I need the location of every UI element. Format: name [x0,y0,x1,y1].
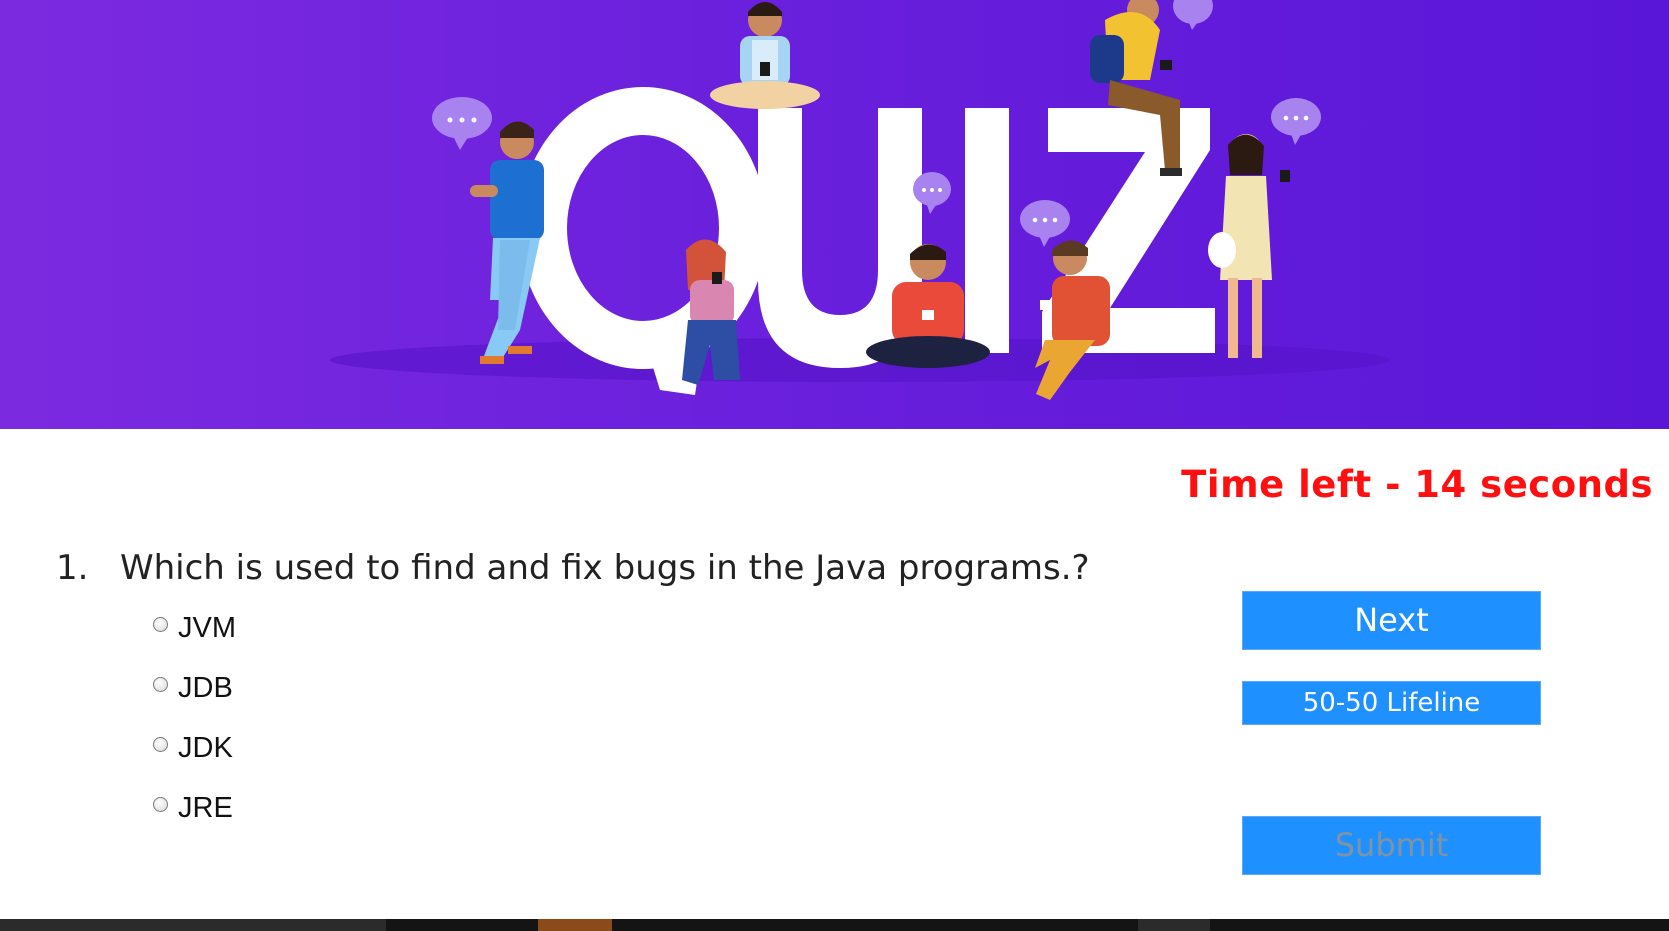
option-jre[interactable]: JRE [153,778,236,838]
question-number: 1. [56,548,89,588]
option-label: JDK [178,731,233,764]
taskbar-item[interactable] [1138,919,1210,931]
speech-bubble-icon [1271,98,1321,145]
taskbar-item[interactable] [538,919,612,931]
option-jdb[interactable]: JDB [153,658,236,718]
taskbar [0,919,1669,931]
option-label: JDB [178,671,233,704]
answer-options: JVM JDB JDK JRE [153,598,236,838]
quiz-banner [0,0,1669,429]
option-jdk[interactable]: JDK [153,718,236,778]
option-label: JVM [178,611,236,644]
radio-button[interactable] [153,616,168,632]
option-label: JRE [178,791,233,824]
person-figure [710,2,820,109]
submit-button[interactable]: Submit [1242,816,1541,875]
speech-bubble-icon [1173,0,1213,30]
option-jvm[interactable]: JVM [153,598,236,658]
timer-text: Time left - 14 seconds [1181,463,1653,506]
speech-bubble-icon [432,97,492,150]
next-button[interactable]: Next [1242,591,1541,650]
question-text: Which is used to find and fix bugs in th… [120,548,1090,588]
radio-button[interactable] [153,796,168,812]
lifeline-button[interactable]: 50-50 Lifeline [1242,681,1541,725]
person-figure [470,121,544,364]
quiz-banner-illustration [330,0,1390,400]
question-row: 1. Which is used to find and fix bugs in … [56,548,1090,588]
person-figure [1208,134,1290,358]
letter-i [965,108,1009,353]
taskbar-item[interactable] [0,919,386,931]
radio-button[interactable] [153,676,168,692]
speech-bubble-icon [1020,200,1070,247]
radio-button[interactable] [153,736,168,752]
